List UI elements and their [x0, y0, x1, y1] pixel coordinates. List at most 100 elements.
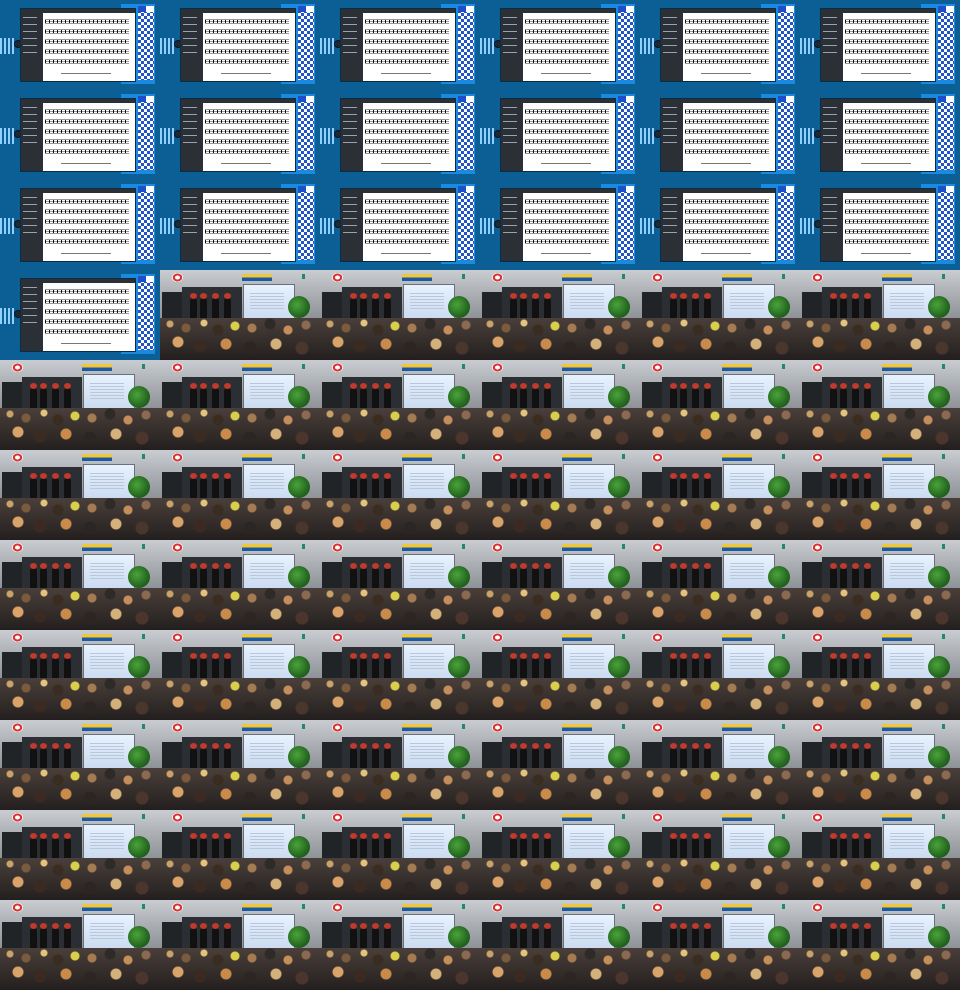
sidebar-line [503, 232, 517, 233]
potted-plant [608, 746, 630, 768]
standing-presenter [544, 833, 551, 860]
standing-presenter [360, 833, 367, 860]
window-titlebar [43, 99, 135, 103]
presenter-head [40, 923, 47, 929]
sheet-music-window [181, 9, 295, 81]
standing-presenter [350, 473, 357, 500]
classroom-photo-thumbnail [0, 360, 160, 450]
standing-presenter [532, 473, 539, 500]
green-wall-sign [301, 724, 306, 732]
sidebar-line [663, 114, 677, 115]
presenter-head [510, 563, 517, 569]
sidebar-line [23, 107, 37, 108]
music-notes [685, 200, 769, 203]
music-notes [845, 240, 929, 243]
window-footer-line [221, 73, 271, 74]
round-wall-sign [812, 633, 823, 642]
potted-plant [448, 476, 470, 498]
sheet-music-window [341, 189, 455, 261]
music-notes [685, 60, 769, 63]
music-notes [45, 200, 129, 203]
classroom-photo-thumbnail [640, 900, 800, 990]
wall-banner [562, 814, 592, 821]
music-notes [205, 130, 289, 133]
audience-crowd [480, 318, 640, 360]
window-sidebar [181, 99, 203, 171]
presenter-head [350, 923, 357, 929]
classroom-photo-thumbnail [800, 810, 960, 900]
sidebar-line [823, 218, 837, 219]
round-wall-sign [332, 543, 343, 552]
sidebar-line [343, 135, 357, 136]
music-notes [45, 60, 129, 63]
window-titlebar [43, 279, 135, 283]
standing-presenter [212, 383, 219, 410]
projector-screen [724, 735, 774, 771]
sheet-music-window [21, 279, 135, 351]
sidebar-line [23, 211, 37, 212]
presenter-head [704, 833, 711, 839]
standing-presenter [692, 833, 699, 860]
music-notes [365, 50, 449, 53]
round-wall-sign [12, 813, 23, 822]
presenter-head [544, 833, 551, 839]
qr-pattern [778, 96, 794, 170]
music-notes [525, 230, 609, 233]
wall-banner [402, 364, 432, 371]
screen-capture-thumbnail [480, 0, 640, 90]
music-notes [45, 310, 129, 313]
projector-screen [564, 735, 614, 771]
window-footer-line [381, 253, 431, 254]
green-wall-sign [461, 544, 466, 552]
standing-presenter [212, 563, 219, 590]
sidebar-line [183, 107, 197, 108]
presenter-head [670, 563, 677, 569]
projected-text-lines [410, 653, 444, 671]
projected-text-lines [890, 923, 924, 941]
presenter-head [224, 563, 231, 569]
audience-crowd [640, 408, 800, 450]
standing-presenter [224, 923, 231, 950]
classroom-photo-thumbnail [640, 630, 800, 720]
sheet-music-window [21, 99, 135, 171]
presenter-head [510, 653, 517, 659]
standing-presenter [350, 743, 357, 770]
presenter-head [200, 563, 207, 569]
sidebar-line [503, 142, 517, 143]
music-notes [685, 40, 769, 43]
standing-presenter [190, 293, 197, 320]
standing-presenter [692, 923, 699, 950]
projected-text-lines [890, 563, 924, 581]
audience-crowd [320, 588, 480, 630]
presenter-head [350, 383, 357, 389]
presenter-head [680, 743, 687, 749]
standing-presenter [830, 293, 837, 320]
window-sidebar [821, 9, 843, 81]
projector-screen [84, 825, 134, 861]
sidebar-line [23, 135, 37, 136]
sidebar-line [503, 121, 517, 122]
window-footer-line [541, 253, 591, 254]
round-wall-sign [332, 903, 343, 912]
standing-presenter [30, 383, 37, 410]
presenter-head [830, 833, 837, 839]
potted-plant [288, 476, 310, 498]
presenter-head [212, 383, 219, 389]
music-notes [365, 200, 449, 203]
standing-presenter [840, 473, 847, 500]
projected-text-lines [90, 743, 124, 761]
standing-presenter [520, 743, 527, 770]
standing-presenter [510, 293, 517, 320]
frame-contact-sheet [0, 0, 960, 990]
presenter-head [40, 653, 47, 659]
music-notes [365, 30, 449, 33]
screen-capture-thumbnail [320, 0, 480, 90]
standing-presenter [350, 833, 357, 860]
qr-pattern [458, 96, 474, 170]
presenter-head [830, 653, 837, 659]
presenter-head [40, 833, 47, 839]
screen-capture-thumbnail [800, 90, 960, 180]
sidebar-line [23, 114, 37, 115]
presenter-head [360, 473, 367, 479]
presenter-head [212, 923, 219, 929]
